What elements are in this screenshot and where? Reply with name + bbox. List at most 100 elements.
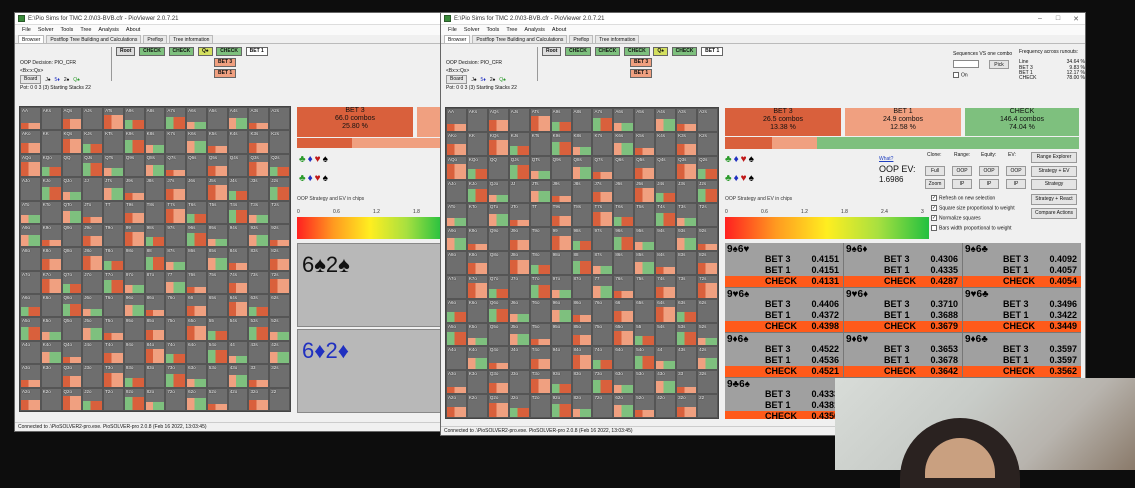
range-cell[interactable]: QQ	[61, 153, 83, 178]
range-cell[interactable]: KJs	[508, 131, 530, 156]
range-cell[interactable]: JJ	[82, 177, 104, 201]
range-cell[interactable]: 94o	[123, 340, 145, 365]
combo-cell[interactable]: 9♣6♠ BET 3 0.4333 BET 1 0.4381 CHECK 0.4350	[725, 378, 843, 419]
range-cell[interactable]: K9s	[550, 131, 572, 156]
range-cell[interactable]: T6s	[186, 200, 207, 224]
range-cell[interactable]: J5o	[508, 322, 530, 347]
range-cell[interactable]: Q9s	[550, 155, 572, 180]
range-cell[interactable]: Q4o	[61, 340, 83, 365]
range-cell[interactable]: K7o	[40, 270, 62, 295]
range-cell[interactable]: 22	[269, 387, 290, 411]
range-cell[interactable]: 92s	[697, 227, 718, 252]
range-cell[interactable]: 42s	[697, 346, 718, 371]
range-cell[interactable]: AJs	[508, 108, 530, 132]
range-cell[interactable]: T7o	[103, 270, 124, 295]
range-cell[interactable]: 94s	[227, 223, 249, 248]
range-cell[interactable]: Q3s	[248, 153, 270, 178]
range-cell[interactable]: AKs	[40, 107, 62, 131]
range-cell[interactable]: K5o	[40, 317, 62, 341]
range-cell[interactable]: A3s	[248, 107, 270, 131]
range-cell[interactable]: T7o	[529, 274, 551, 299]
range-cell[interactable]: A3o	[446, 370, 467, 395]
range-cell[interactable]: K2o	[466, 394, 488, 418]
range-cell[interactable]: 64s	[655, 298, 677, 323]
range-cell[interactable]: 53s	[248, 317, 270, 341]
range-cell[interactable]: 86o	[144, 294, 166, 318]
range-cell[interactable]: QQ	[487, 155, 509, 180]
range-cell[interactable]: K6s	[613, 131, 635, 156]
close-icon[interactable]: ✕	[1067, 15, 1085, 23]
range-cell[interactable]: J2o	[508, 394, 530, 418]
range-cell[interactable]: A2s	[269, 107, 290, 131]
range-cell[interactable]: 82o	[144, 387, 166, 411]
range-cell[interactable]: 82s	[697, 251, 718, 275]
range-cell[interactable]: QJo	[487, 179, 509, 204]
range-cell[interactable]: 92o	[123, 387, 145, 411]
range-cell[interactable]: Q2o	[61, 387, 83, 411]
range-cell[interactable]: A6o	[20, 294, 41, 318]
range-cell[interactable]: K9o	[40, 223, 62, 248]
range-cell[interactable]: A6o	[446, 298, 467, 323]
range-cell[interactable]: A4o	[20, 340, 41, 365]
range-cell[interactable]: 42o	[227, 387, 249, 411]
range-cell[interactable]: A8s	[144, 107, 166, 131]
range-cell[interactable]: T6o	[103, 294, 124, 318]
suit-filter-row-1[interactable]: ♣♦♥♠	[725, 154, 756, 165]
range-cell[interactable]: A8o	[446, 251, 467, 275]
range-cell[interactable]: 42o	[655, 394, 677, 418]
range-cell[interactable]: ATs	[103, 107, 124, 131]
range-ip-button[interactable]: IP	[952, 179, 972, 189]
range-cell[interactable]: 65s	[634, 298, 656, 323]
range-cell[interactable]: J7o	[508, 274, 530, 299]
range-cell[interactable]: T9o	[103, 223, 124, 248]
action-header-check[interactable]: CHECK 146.4 combos 74.04 %	[965, 108, 1079, 136]
range-cell[interactable]: T6o	[529, 298, 551, 323]
range-cell[interactable]: 72s	[697, 274, 718, 299]
equity-oop-button[interactable]: OOP	[979, 166, 999, 176]
range-cell[interactable]: Q4s	[655, 155, 677, 180]
range-cell[interactable]: Q7s	[165, 153, 187, 178]
range-cell[interactable]: 62s	[697, 298, 718, 323]
combo-cell[interactable]: 9♦6♠ BET 3 0.4522 BET 1 0.4536 CHECK 0.4521	[725, 333, 843, 377]
range-cell[interactable]: 54s	[655, 322, 677, 347]
tree-node-card[interactable]: Q♠	[197, 47, 213, 56]
range-cell[interactable]: J8s	[571, 179, 593, 204]
range-cell[interactable]: K4s	[655, 131, 677, 156]
range-cell[interactable]: 73o	[165, 364, 187, 388]
range-cell[interactable]: A4s	[227, 107, 249, 131]
range-cell[interactable]: Q5o	[61, 317, 83, 341]
range-cell[interactable]: Q6o	[61, 294, 83, 318]
range-cell[interactable]: 75o	[592, 322, 614, 347]
range-cell[interactable]: Q6o	[487, 298, 509, 323]
range-cell[interactable]: QJo	[61, 177, 83, 201]
range-cell[interactable]: Q9o	[487, 227, 509, 252]
spade-icon[interactable]: ♠	[749, 173, 756, 184]
range-cell[interactable]: 73s	[248, 270, 270, 295]
range-cell[interactable]: A7o	[446, 274, 467, 299]
range-cell[interactable]: 77	[165, 270, 187, 295]
range-cell[interactable]: 84o	[571, 346, 593, 371]
sequence-combo-input[interactable]	[953, 60, 979, 68]
range-cell[interactable]: 74o	[165, 340, 187, 365]
range-cell[interactable]: 95o	[123, 317, 145, 341]
range-cell[interactable]: K5s	[634, 131, 656, 156]
range-cell[interactable]: T2o	[103, 387, 124, 411]
combo-cell[interactable]: 9♦6♥ BET 3 0.3653 BET 1 0.3678 CHECK 0.3642	[844, 333, 962, 377]
range-cell[interactable]: K8o	[40, 247, 62, 271]
range-cell[interactable]: 64o	[613, 346, 635, 371]
range-cell[interactable]: 75o	[165, 317, 187, 341]
range-cell[interactable]: 65s	[206, 294, 228, 318]
range-cell[interactable]: K4o	[466, 346, 488, 371]
range-cell[interactable]: 98o	[550, 251, 572, 275]
range-cell[interactable]: 65o	[186, 317, 207, 341]
range-cell[interactable]: A8s	[571, 108, 593, 132]
range-cell[interactable]: AKo	[20, 130, 41, 154]
heart-icon[interactable]: ♥	[741, 154, 749, 165]
range-cell[interactable]: 82s	[269, 247, 290, 271]
range-cell[interactable]: KK	[466, 131, 488, 156]
range-cell[interactable]: A9s	[123, 107, 145, 131]
menu-solver[interactable]: Solver	[38, 27, 54, 33]
range-cell[interactable]: 98o	[123, 247, 145, 271]
range-cell[interactable]: KJs	[82, 130, 104, 154]
range-cell[interactable]: K9s	[123, 130, 145, 154]
